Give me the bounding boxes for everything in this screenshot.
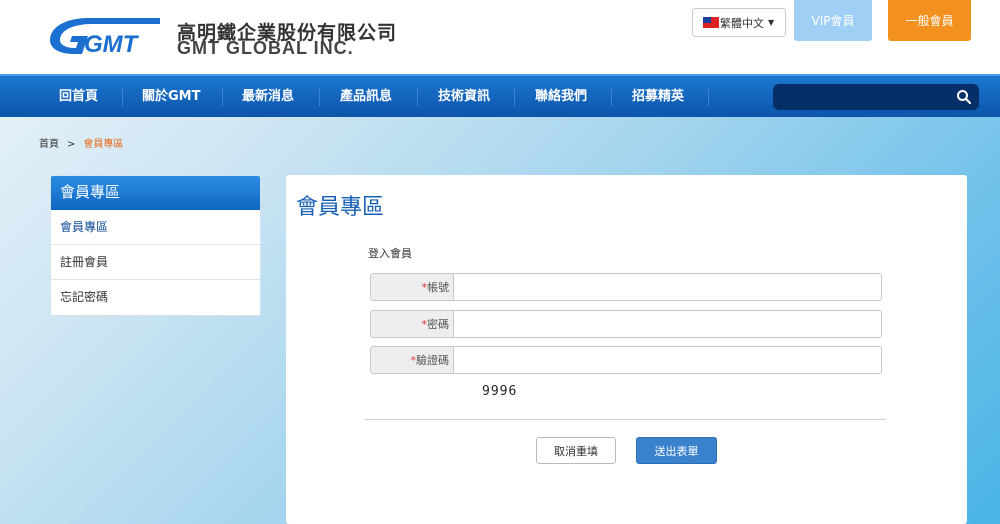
- captcha-label: * 驗證碼: [370, 346, 454, 374]
- page-title: 會員專區: [296, 195, 385, 220]
- breadcrumb-home[interactable]: 首頁: [39, 139, 59, 150]
- nav-separator: [319, 88, 320, 106]
- account-label-text: 帳號: [427, 281, 449, 294]
- vip-member-button[interactable]: VIP會員: [794, 0, 872, 41]
- sidebar-item-register[interactable]: 註冊會員: [51, 245, 260, 280]
- account-row: * 帳號: [370, 273, 882, 301]
- taiwan-flag-icon: [703, 17, 719, 28]
- nav-item-contact[interactable]: 聯絡我們: [535, 76, 587, 117]
- nav-item-home[interactable]: 回首頁: [59, 76, 98, 117]
- caret-down-icon: ▼: [768, 18, 775, 27]
- nav-item-news[interactable]: 最新消息: [242, 76, 294, 117]
- breadcrumb-separator: >: [67, 139, 76, 150]
- sidebar: 會員專區 會員專區 註冊會員 忘記密碼: [50, 175, 261, 316]
- captcha-label-text: 驗證碼: [416, 354, 449, 367]
- nav-item-technical[interactable]: 技術資訊: [438, 76, 490, 117]
- nav-item-about[interactable]: 關於GMT: [142, 76, 200, 117]
- breadcrumb: 首頁 > 會員專區: [39, 135, 123, 150]
- main-nav: 回首頁 關於GMT 最新消息 產品訊息 技術資訊 聯絡我們 招募精英: [0, 74, 1000, 117]
- search-icon[interactable]: [956, 89, 972, 105]
- password-label-text: 密碼: [427, 318, 449, 331]
- nav-separator: [514, 88, 515, 106]
- sidebar-item-member-area[interactable]: 會員專區: [51, 210, 260, 245]
- account-label: * 帳號: [370, 273, 454, 301]
- sidebar-item-forgot-password[interactable]: 忘記密碼: [51, 280, 260, 315]
- form-title: 登入會員: [368, 247, 412, 260]
- company-name-en: GMT GLOBAL INC.: [177, 38, 354, 58]
- nav-separator: [222, 88, 223, 106]
- nav-separator: [122, 88, 123, 106]
- form-divider: [365, 419, 886, 420]
- language-selector[interactable]: 繁體中文 ▼: [692, 8, 786, 37]
- gmt-logo-icon: GMT: [50, 18, 160, 56]
- cancel-button[interactable]: 取消重填: [536, 437, 616, 464]
- password-label: * 密碼: [370, 310, 454, 338]
- nav-item-products[interactable]: 產品訊息: [340, 76, 392, 117]
- search-box[interactable]: [773, 84, 979, 110]
- logo-mark-text: GMT: [84, 31, 140, 56]
- sidebar-title: 會員專區: [51, 176, 260, 210]
- password-row: * 密碼: [370, 310, 882, 338]
- nav-item-careers[interactable]: 招募精英: [632, 76, 684, 117]
- main-panel: 會員專區 登入會員 * 帳號 * 密碼 * 驗證碼 9996 取消重填 送出表單: [286, 175, 967, 524]
- nav-separator: [708, 88, 709, 106]
- breadcrumb-current: 會員專區: [83, 139, 124, 150]
- site-header: GMT 高明鐵企業股份有限公司 GMT GLOBAL INC. 繁體中文 ▼ V…: [0, 0, 1000, 74]
- general-member-button[interactable]: 一般會員: [888, 0, 971, 41]
- captcha-row: * 驗證碼: [370, 346, 882, 374]
- captcha-input[interactable]: [453, 346, 882, 374]
- language-label: 繁體中文: [720, 16, 764, 30]
- company-logo[interactable]: GMT 高明鐵企業股份有限公司 GMT GLOBAL INC.: [48, 12, 396, 62]
- nav-separator: [417, 88, 418, 106]
- submit-button[interactable]: 送出表單: [636, 437, 717, 464]
- captcha-code: 9996: [482, 384, 518, 399]
- account-input[interactable]: [453, 273, 882, 301]
- nav-separator: [611, 88, 612, 106]
- password-input[interactable]: [453, 310, 882, 338]
